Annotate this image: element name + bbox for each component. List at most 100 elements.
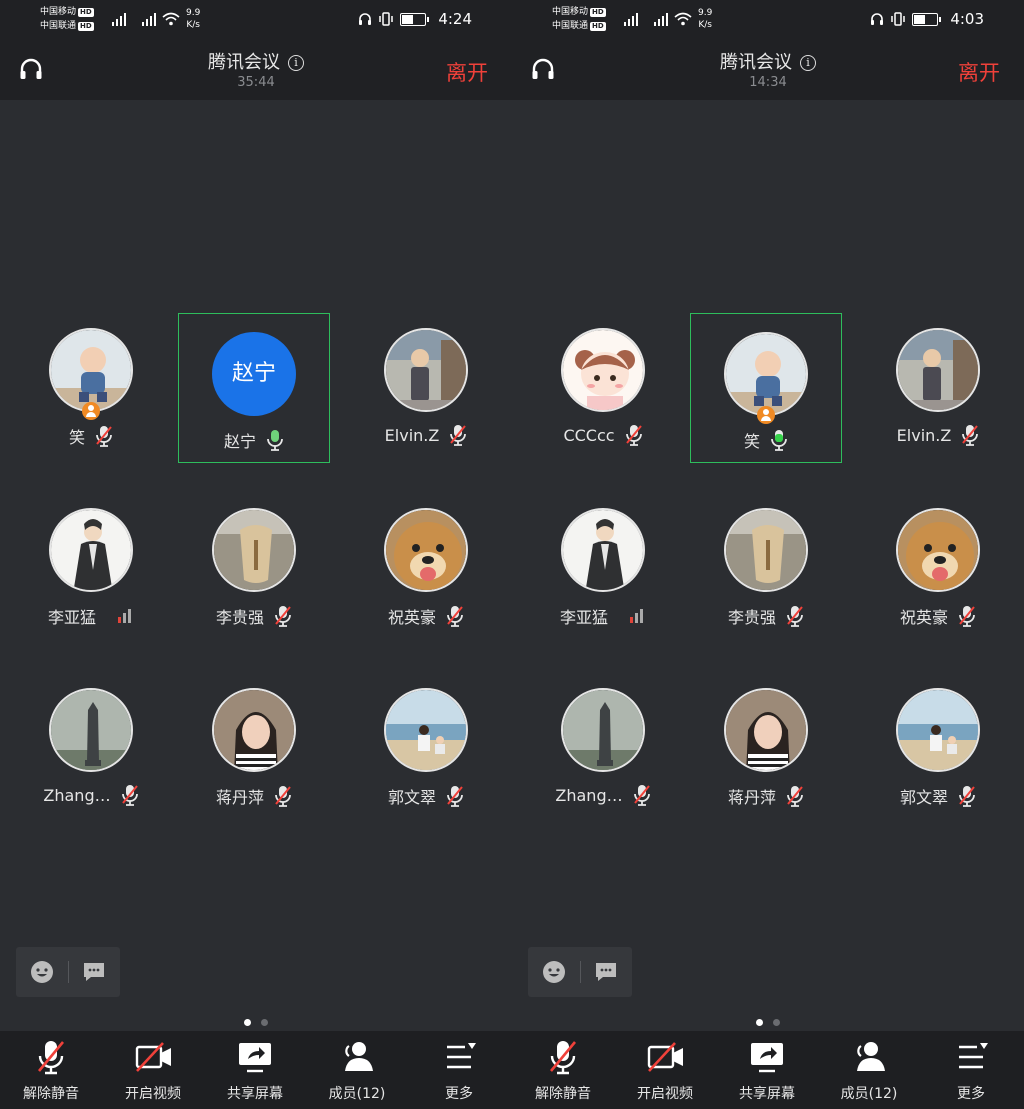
video-off-icon — [133, 1039, 173, 1075]
participant-tile[interactable]: 郭文翠 — [350, 670, 502, 820]
participant-name-row: 祝英豪 — [350, 604, 502, 628]
page-dot-active[interactable] — [244, 1019, 251, 1026]
net-speed-value: 9.9 — [186, 8, 201, 18]
mic-muted-icon — [961, 424, 979, 446]
info-icon[interactable]: i — [288, 55, 304, 71]
meeting-title[interactable]: 腾讯会议 i — [0, 48, 512, 74]
host-badge-icon — [757, 406, 775, 424]
participant-tile[interactable]: Elvin.Z — [350, 310, 502, 460]
mic-muted-button[interactable]: 解除静音 — [518, 1031, 608, 1109]
participant-name: 李亚猛 — [559, 608, 608, 627]
participant-tile[interactable]: 蒋丹萍 — [178, 670, 330, 820]
carrier-info: 中国移动 HD 中国联通 HD — [40, 5, 94, 33]
participant-tile[interactable]: 李亚猛 — [15, 490, 167, 640]
participant-name-row: Zhang… — [15, 784, 167, 806]
avatar — [896, 328, 980, 412]
chat-icon[interactable] — [82, 961, 106, 983]
chat-icon[interactable] — [594, 961, 618, 983]
page-dot[interactable] — [773, 1019, 780, 1026]
page-indicator — [512, 1011, 1024, 1030]
mic-muted-icon — [958, 605, 976, 627]
participant-name: 李贵强 — [215, 608, 264, 627]
toolbar-label: 更多 — [957, 1086, 985, 1102]
avatar-image — [563, 330, 643, 410]
leave-button[interactable]: 离开 — [446, 57, 488, 87]
participant-tile[interactable]: 李贵强 — [178, 490, 330, 640]
emoji-icon[interactable] — [542, 960, 566, 984]
participant-tile[interactable]: 郭文翠 — [862, 670, 1014, 820]
carrier-info: 中国移动 HD 中国联通 HD — [552, 5, 606, 33]
participant-tile[interactable]: 李贵强 — [690, 490, 842, 640]
video-off-button[interactable]: 开启视频 — [108, 1031, 198, 1109]
battery-icon — [912, 12, 942, 26]
avatar-image — [214, 690, 294, 770]
participant-tile[interactable]: Zhang… — [15, 670, 167, 820]
emoji-icon[interactable] — [30, 960, 54, 984]
avatar-image — [726, 334, 806, 414]
avatar-image — [563, 510, 643, 590]
meeting-header: 腾讯会议 i 14:34 离开 — [512, 40, 1024, 100]
participant-name-row: 郭文翠 — [862, 784, 1014, 808]
participant-tile[interactable]: 祝英豪 — [862, 490, 1014, 640]
participant-tile[interactable]: 祝英豪 — [350, 490, 502, 640]
participant-name: Elvin.Z — [896, 425, 952, 445]
participant-name: 蒋丹萍 — [215, 788, 264, 807]
participant-name-row: 笑 — [15, 424, 167, 448]
participant-name-row: 祝英豪 — [862, 604, 1014, 628]
participant-tile[interactable]: Elvin.Z — [862, 310, 1014, 460]
participant-tile[interactable]: 笑 — [15, 310, 167, 460]
participant-name-row: 李亚猛 — [527, 604, 679, 628]
status-bar: 中国移动 HD 中国联通 HD 9.9 K/s 4:03 — [512, 0, 1024, 40]
participant-name: 李贵强 — [727, 608, 776, 627]
participant-name-row: 笑 — [691, 428, 841, 452]
page-dot-active[interactable] — [756, 1019, 763, 1026]
mic-muted-icon — [95, 425, 113, 447]
more-button[interactable]: 更多 — [414, 1031, 504, 1109]
share-screen-button[interactable]: 共享屏幕 — [210, 1031, 300, 1109]
participant-name-row: 李贵强 — [178, 604, 330, 628]
avatar — [384, 688, 468, 772]
participant-tile[interactable]: 赵宁 赵宁 — [178, 313, 330, 463]
participant-name-row: Zhang… — [527, 784, 679, 806]
participant-tile[interactable]: 李亚猛 — [527, 490, 679, 640]
bottom-toolbar: 解除静音 开启视频 共享屏幕 成员(12) 更多 — [512, 1031, 1024, 1109]
more-icon — [439, 1039, 479, 1075]
mic-muted-icon — [625, 424, 643, 446]
participant-tile[interactable]: 笑 — [690, 313, 842, 463]
more-icon — [951, 1039, 991, 1075]
avatar-image — [51, 510, 131, 590]
vibrate-icon — [891, 12, 906, 26]
share-screen-button[interactable]: 共享屏幕 — [722, 1031, 812, 1109]
toolbar-label: 开启视频 — [125, 1086, 181, 1102]
wifi-icon — [162, 12, 180, 26]
avatar-image — [726, 690, 806, 770]
participant-tile[interactable]: Zhang… — [527, 670, 679, 820]
signal-icon — [654, 12, 670, 26]
members-button[interactable]: 成员(12) — [824, 1031, 914, 1109]
mic-muted-button[interactable]: 解除静音 — [6, 1031, 96, 1109]
meeting-title[interactable]: 腾讯会议 i — [512, 48, 1024, 74]
page-dot[interactable] — [261, 1019, 268, 1026]
participant-tile[interactable]: CCCcc — [527, 310, 679, 460]
info-icon[interactable]: i — [800, 55, 816, 71]
participant-name: 赵宁 — [223, 432, 256, 451]
participant-name-row: 赵宁 — [179, 428, 329, 452]
avatar-image — [563, 690, 643, 770]
mic-muted-icon — [31, 1039, 71, 1075]
members-button[interactable]: 成员(12) — [312, 1031, 402, 1109]
participant-name-row: Elvin.Z — [862, 424, 1014, 446]
mic-muted-icon — [449, 424, 467, 446]
participant-tile[interactable]: 蒋丹萍 — [690, 670, 842, 820]
video-off-button[interactable]: 开启视频 — [620, 1031, 710, 1109]
mic-muted-icon — [121, 784, 139, 806]
mic-muted-icon — [274, 785, 292, 807]
mic-muted-icon — [446, 605, 464, 627]
carrier-name: 中国移动 — [40, 7, 77, 17]
more-button[interactable]: 更多 — [926, 1031, 1016, 1109]
mic-muted-icon — [543, 1039, 583, 1075]
net-speed-unit: K/s — [186, 20, 200, 30]
leave-button[interactable]: 离开 — [958, 57, 1000, 87]
divider — [68, 961, 69, 983]
participant-name: 笑 — [743, 432, 760, 451]
hd-badge: HD — [78, 8, 94, 17]
